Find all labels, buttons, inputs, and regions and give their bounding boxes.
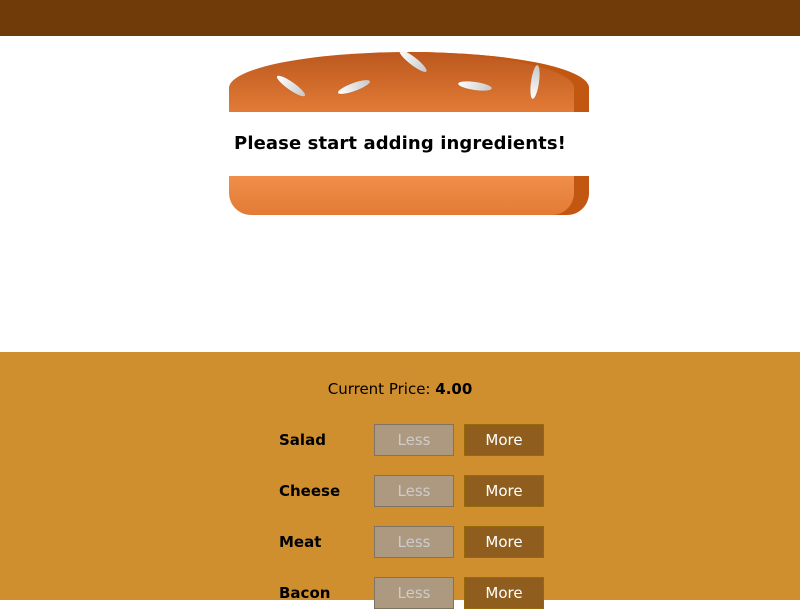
ingredient-row-salad: Salad Less More xyxy=(279,424,549,458)
sesame-seed xyxy=(457,79,493,93)
empty-burger-message: Please start adding ingredients! xyxy=(234,133,566,154)
current-price: Current Price: 4.00 xyxy=(0,380,800,398)
sesame-seed xyxy=(397,52,429,75)
bacon-more-button[interactable]: More xyxy=(464,577,544,609)
bacon-less-button[interactable]: Less xyxy=(374,577,454,609)
ingredient-label-salad: Salad xyxy=(279,431,326,449)
cheese-more-button[interactable]: More xyxy=(464,475,544,507)
meat-less-button[interactable]: Less xyxy=(374,526,454,558)
salad-less-button[interactable]: Less xyxy=(374,424,454,456)
ingredient-row-bacon: Bacon Less More xyxy=(279,577,549,611)
build-controls: Current Price: 4.00 Salad Less More Chee… xyxy=(0,352,800,609)
meat-more-button[interactable]: More xyxy=(464,526,544,558)
top-toolbar xyxy=(0,0,800,36)
current-price-label: Current Price: xyxy=(327,380,431,398)
cheese-less-button[interactable]: Less xyxy=(374,475,454,507)
bread-top xyxy=(229,52,589,112)
current-price-value: 4.00 xyxy=(435,380,473,398)
burger-preview: Please start adding ingredients! xyxy=(0,36,800,352)
ingredient-row-cheese: Cheese Less More xyxy=(279,475,549,509)
sesame-seed xyxy=(336,77,372,97)
ingredient-label-meat: Meat xyxy=(279,533,322,551)
ingredient-row-meat: Meat Less More xyxy=(279,526,549,560)
ingredient-label-cheese: Cheese xyxy=(279,482,341,500)
ingredient-label-bacon: Bacon xyxy=(279,584,331,602)
salad-more-button[interactable]: More xyxy=(464,424,544,456)
sesame-seed xyxy=(528,64,542,100)
sesame-seed xyxy=(274,72,308,100)
bread-bottom xyxy=(229,176,589,215)
